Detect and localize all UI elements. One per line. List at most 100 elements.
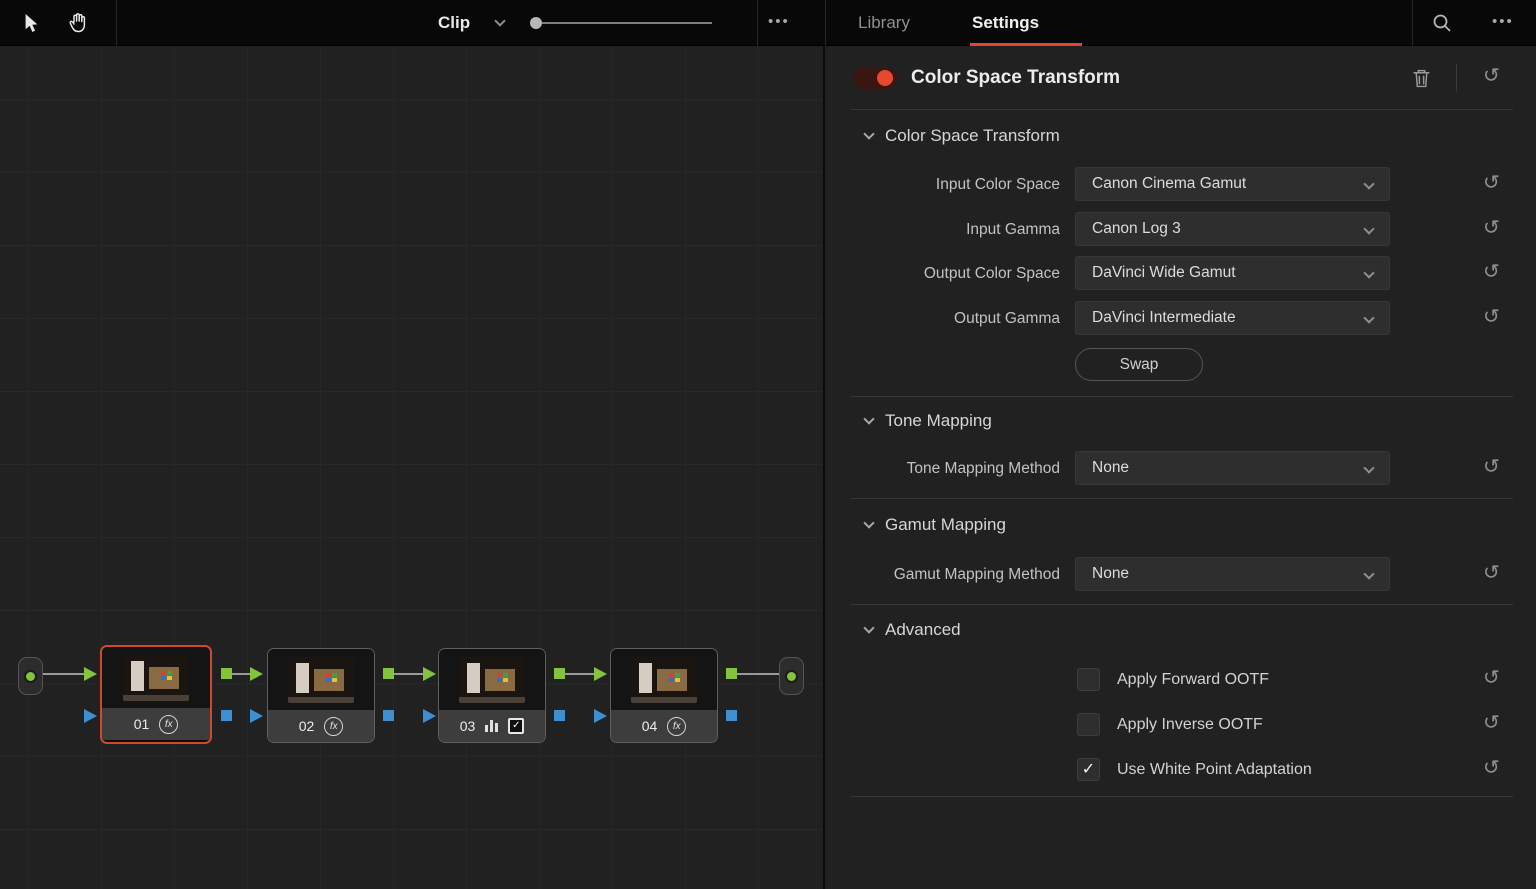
setting-row: Output Color Space DaVinci Wide Gamut ↺ <box>827 251 1536 296</box>
setting-label: Gamut Mapping Method <box>827 552 1060 597</box>
reset-icon[interactable]: ↺ <box>1483 262 1500 282</box>
node-label-bar: 03 ✓ <box>439 710 545 742</box>
node-02[interactable]: 02 fx <box>267 648 375 743</box>
input-gamma-select[interactable]: Canon Log 3 <box>1075 212 1390 246</box>
chevron-down-icon <box>863 517 874 528</box>
section-header-color-space-transform[interactable]: Color Space Transform <box>827 122 1536 152</box>
reset-icon[interactable]: ↺ <box>1483 563 1500 583</box>
checkbox-label: Apply Inverse OOTF <box>1117 702 1263 747</box>
node-number: 01 <box>134 716 150 732</box>
checkbox-row: ✓ Use White Point Adaptation ↺ <box>827 747 1536 792</box>
selected-value: Canon Log 3 <box>1092 213 1181 245</box>
key-input-arrow[interactable] <box>423 709 436 723</box>
section-title: Color Space Transform <box>885 122 1060 150</box>
node-03[interactable]: 03 ✓ <box>438 648 546 743</box>
swap-button[interactable]: Swap <box>1075 348 1203 381</box>
section-header-tone-mapping[interactable]: Tone Mapping <box>827 407 1536 437</box>
reset-icon[interactable]: ↺ <box>1483 173 1500 193</box>
active-tab-underline <box>970 43 1082 46</box>
reset-icon[interactable]: ↺ <box>1483 307 1500 327</box>
check-icon: ✓ <box>1078 759 1099 780</box>
node-enabled-checkbox-icon[interactable]: ✓ <box>508 718 524 734</box>
reset-all-icon[interactable]: ↺ <box>1483 66 1500 86</box>
key-input-arrow[interactable] <box>250 709 263 723</box>
apply-forward-ootf-checkbox[interactable]: ✓ <box>1077 668 1100 691</box>
toolbar-divider <box>1412 0 1413 46</box>
chevron-down-icon <box>1363 223 1374 234</box>
reset-icon[interactable]: ↺ <box>1483 758 1500 778</box>
toggle-knob <box>877 70 893 86</box>
apply-inverse-ootf-checkbox[interactable]: ✓ <box>1077 713 1100 736</box>
panel-divider <box>851 396 1513 397</box>
gamut-mapping-method-select[interactable]: None <box>1075 557 1390 591</box>
reset-icon[interactable]: ↺ <box>1483 218 1500 238</box>
chevron-down-icon <box>1363 267 1374 278</box>
checkbox-label: Apply Forward OOTF <box>1117 657 1269 702</box>
effect-enable-toggle[interactable] <box>853 67 897 89</box>
reset-icon[interactable]: ↺ <box>1483 668 1500 688</box>
key-input-arrow[interactable] <box>84 709 97 723</box>
rgb-output-square[interactable] <box>221 668 232 679</box>
setting-label: Input Color Space <box>827 162 1060 207</box>
zoom-slider-thumb[interactable] <box>530 17 542 29</box>
source-input-socket[interactable] <box>18 657 43 695</box>
key-output-square[interactable] <box>726 710 737 721</box>
node-thumbnail <box>439 649 545 710</box>
pan-tool-button[interactable] <box>64 10 94 36</box>
tone-mapping-method-select[interactable]: None <box>1075 451 1390 485</box>
search-button[interactable] <box>1428 10 1456 36</box>
application-window: Clip ••• Library Settings ••• <box>0 0 1536 889</box>
setting-row: Output Gamma DaVinci Intermediate ↺ <box>827 296 1536 341</box>
rgb-input-arrow[interactable] <box>594 667 607 681</box>
trash-icon <box>1412 67 1431 89</box>
reset-icon[interactable]: ↺ <box>1483 713 1500 733</box>
rgb-output-square[interactable] <box>383 668 394 679</box>
chevron-down-icon <box>1363 312 1374 323</box>
output-gamma-select[interactable]: DaVinci Intermediate <box>1075 301 1390 335</box>
fx-icon: fx <box>159 715 178 734</box>
input-color-space-select[interactable]: Canon Cinema Gamut <box>1075 167 1390 201</box>
zoom-slider-track[interactable] <box>542 22 712 24</box>
tab-settings[interactable]: Settings <box>972 0 1039 46</box>
output-color-space-select[interactable]: DaVinci Wide Gamut <box>1075 256 1390 290</box>
rgb-output-square[interactable] <box>726 668 737 679</box>
pointer-tool-button[interactable] <box>16 10 46 36</box>
rgb-input-arrow[interactable] <box>423 667 436 681</box>
key-output-square[interactable] <box>221 710 232 721</box>
thumbnail-image <box>123 655 189 701</box>
rgb-output-dot <box>785 670 798 683</box>
node-01[interactable]: 01 fx <box>100 645 212 744</box>
chevron-down-icon <box>1363 178 1374 189</box>
header-divider <box>1456 64 1457 92</box>
reset-icon[interactable]: ↺ <box>1483 457 1500 477</box>
setting-label: Input Gamma <box>827 207 1060 252</box>
rgb-source-dot <box>24 670 37 683</box>
graph-options-button[interactable]: ••• <box>768 0 790 46</box>
node-graph[interactable]: 01 fx 02 fx 03 ✓ 04 fx <box>0 46 825 889</box>
rgb-output-square[interactable] <box>554 668 565 679</box>
thumbnail-image <box>631 657 697 703</box>
selected-value: Canon Cinema Gamut <box>1092 168 1246 200</box>
rgb-input-arrow[interactable] <box>84 667 97 681</box>
section-title: Gamut Mapping <box>885 511 1006 539</box>
tab-library[interactable]: Library <box>858 0 910 46</box>
key-output-square[interactable] <box>383 710 394 721</box>
key-input-arrow[interactable] <box>594 709 607 723</box>
section-header-advanced[interactable]: Advanced <box>827 616 1536 646</box>
panel-divider <box>851 604 1513 605</box>
chevron-down-icon[interactable] <box>494 15 505 26</box>
node-tree-output-socket[interactable] <box>779 657 804 695</box>
panel-options-button[interactable]: ••• <box>1492 0 1514 46</box>
use-white-point-adaptation-checkbox[interactable]: ✓ <box>1077 758 1100 781</box>
rgb-wire <box>43 673 84 675</box>
section-header-gamut-mapping[interactable]: Gamut Mapping <box>827 511 1536 541</box>
fx-glyph: fx <box>673 721 681 732</box>
key-output-square[interactable] <box>554 710 565 721</box>
rgb-input-arrow[interactable] <box>250 667 263 681</box>
node-04[interactable]: 04 fx <box>610 648 718 743</box>
chevron-down-icon <box>863 128 874 139</box>
delete-effect-button[interactable] <box>1412 67 1431 94</box>
chevron-down-icon <box>1363 568 1374 579</box>
node-level-selector[interactable]: Clip <box>438 0 470 46</box>
fx-icon: fx <box>324 717 343 736</box>
